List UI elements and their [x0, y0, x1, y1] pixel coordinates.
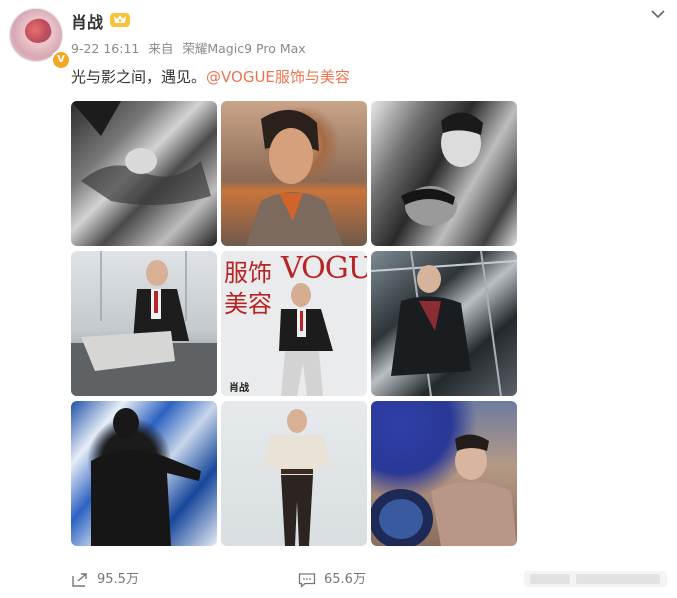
photo-9-figure [371, 434, 517, 546]
mention-link[interactable]: @VOGUE服饰与美容 [206, 68, 350, 86]
photo-8-figure [263, 409, 331, 546]
repost-icon [72, 572, 87, 587]
vip-crown-icon[interactable] [109, 10, 131, 28]
cover-name: 肖战 [229, 383, 249, 394]
post-text: 光与影之间，遇见。@VOGUE服饰与美容 [71, 66, 350, 87]
username[interactable]: 肖战 [71, 9, 103, 33]
repost-count: 95.5万 [97, 572, 139, 587]
repost-button[interactable]: 95.5万 [71, 568, 139, 588]
image-grid: 服饰 美容 VOGUE 肖战 [71, 101, 518, 547]
source-device: 荣耀Magic9 Pro Max [182, 41, 306, 56]
weibo-post: V 肖战 9-22 16:11 来自 荣耀Magic9 Pro Max 光与影之… [0, 0, 677, 598]
photo-3-figure [401, 112, 483, 226]
comment-count: 65.6万 [324, 572, 366, 587]
avatar-image [21, 15, 55, 47]
photo-6-figure [371, 251, 517, 396]
photo-5-figure [279, 283, 333, 396]
photo-1[interactable] [71, 101, 217, 246]
avatar[interactable]: V [9, 8, 71, 70]
photo-6[interactable] [371, 251, 517, 396]
photo-4-figure [71, 251, 217, 396]
photo-1-figure [71, 101, 211, 205]
photo-9[interactable] [371, 401, 517, 546]
comment-button[interactable]: 65.6万 [298, 568, 366, 588]
photo-8[interactable] [221, 401, 367, 546]
like-area-watermark-icon[interactable] [524, 569, 667, 589]
verified-badge-icon: V [51, 50, 71, 70]
photo-7[interactable] [71, 401, 217, 546]
post-meta: 9-22 16:11 来自 荣耀Magic9 Pro Max [71, 38, 311, 57]
source-prefix: 来自 [148, 41, 174, 56]
photo-4[interactable] [71, 251, 217, 396]
chevron-down-icon[interactable] [648, 4, 668, 24]
photo-3[interactable] [371, 101, 517, 246]
photo-5-vogue-cover[interactable]: 服饰 美容 VOGUE 肖战 [221, 251, 367, 396]
post-time[interactable]: 9-22 16:11 [71, 41, 139, 56]
action-bar: 95.5万 65.6万 [0, 560, 677, 598]
post-body: 光与影之间，遇见。 [71, 68, 207, 86]
comment-icon [298, 572, 316, 588]
photo-2[interactable] [221, 101, 367, 246]
photo-7-figure [91, 408, 201, 546]
photo-2-figure [246, 109, 343, 246]
